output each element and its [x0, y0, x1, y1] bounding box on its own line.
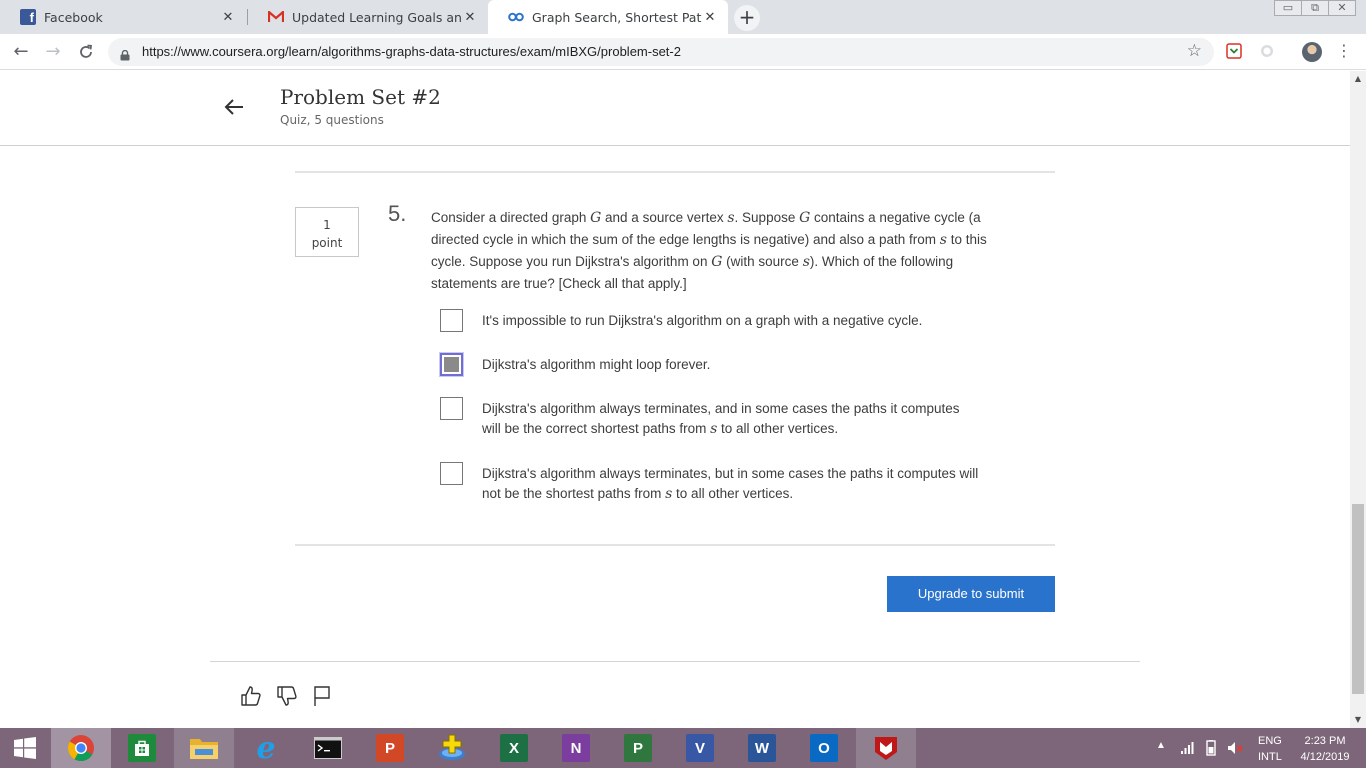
game-icon[interactable]: [422, 728, 482, 768]
section-divider: [295, 544, 1055, 546]
facebook-icon: f: [20, 9, 36, 25]
extension-pocket-icon[interactable]: [1226, 43, 1242, 59]
close-tab-icon[interactable]: ✕: [702, 10, 718, 25]
signal-icon[interactable]: [1180, 740, 1196, 768]
excel-icon[interactable]: X: [484, 728, 544, 768]
scroll-up-arrow-icon[interactable]: ▲: [1350, 71, 1366, 87]
url-text: https://www.coursera.org/learn/algorithm…: [142, 44, 681, 59]
option-checkbox[interactable]: [440, 309, 463, 332]
question-number: 5.: [388, 201, 407, 226]
tab-title: Graph Search, Shortest Paths, an: [532, 9, 702, 25]
word-icon[interactable]: W: [732, 728, 792, 768]
back-arrow-icon[interactable]: [222, 95, 246, 119]
volume-muted-icon[interactable]: [1227, 740, 1243, 768]
page-subtitle: Quiz, 5 questions: [280, 113, 384, 127]
page-title: Problem Set #2: [280, 85, 441, 109]
forward-button[interactable]: →: [41, 40, 65, 64]
mcafee-icon[interactable]: [856, 728, 916, 768]
window-controls: ▭ ⧉ ✕: [1274, 0, 1356, 16]
store-icon[interactable]: [112, 728, 172, 768]
powerpoint-icon[interactable]: P: [360, 728, 420, 768]
windows-start-icon[interactable]: [0, 728, 50, 768]
windows-taskbar: e P X N P V W O ▲ ENG INTL 2:23 PM 4/12/…: [0, 728, 1366, 768]
browser-tab-strip: f Facebook ✕ Updated Learning Goals and …: [0, 0, 1366, 34]
answer-option-1[interactable]: It's impossible to run Dijkstra's algori…: [440, 309, 1000, 332]
clock[interactable]: 2:23 PM 4/12/2019: [1296, 733, 1354, 768]
tray-expand-icon[interactable]: ▲: [1156, 740, 1166, 768]
page-header: Problem Set #2 Quiz, 5 questions: [0, 71, 1350, 146]
extension-circle-icon[interactable]: [1259, 43, 1275, 59]
keyboard-layout: INTL: [1258, 751, 1282, 763]
tab-title: Updated Learning Goals and Tim: [292, 9, 462, 25]
points-label: point: [311, 236, 343, 250]
page-content: Problem Set #2 Quiz, 5 questions 1 point…: [0, 71, 1350, 728]
thumbs-down-icon[interactable]: [276, 685, 298, 707]
clock-time: 2:23 PM: [1304, 735, 1346, 747]
battery-icon[interactable]: [1203, 740, 1219, 768]
option-checkbox-checked[interactable]: [440, 353, 463, 376]
section-divider: [295, 171, 1055, 173]
thumbs-up-icon[interactable]: [240, 685, 262, 707]
tab-facebook[interactable]: f Facebook ✕: [0, 0, 246, 34]
browser-menu-icon[interactable]: ⋮: [1336, 41, 1352, 60]
footer-divider: [210, 661, 1140, 662]
option-checkbox[interactable]: [440, 397, 463, 420]
tab-coursera[interactable]: Graph Search, Shortest Paths, an ✕: [488, 0, 728, 34]
project-icon[interactable]: P: [608, 728, 668, 768]
flag-icon[interactable]: [312, 685, 334, 707]
internet-explorer-icon[interactable]: e: [236, 728, 296, 768]
browser-toolbar: ← → https://www.coursera.org/learn/algor…: [0, 34, 1366, 70]
answer-option-4[interactable]: Dijkstra's algorithm always terminates, …: [440, 462, 1000, 504]
tab-title: Facebook: [44, 9, 103, 25]
clock-date: 4/12/2019: [1300, 751, 1350, 763]
chrome-icon[interactable]: [51, 728, 111, 768]
scroll-down-arrow-icon[interactable]: ▼: [1350, 712, 1366, 728]
lock-icon: [120, 46, 130, 61]
close-tab-icon[interactable]: ✕: [220, 10, 236, 25]
option-label: It's impossible to run Dijkstra's algori…: [482, 313, 923, 328]
back-button[interactable]: ←: [9, 40, 33, 64]
option-checkbox[interactable]: [440, 462, 463, 485]
question-text: Consider a directed graph G and a source…: [431, 210, 987, 291]
answer-option-2[interactable]: Dijkstra's algorithm might loop forever.: [440, 353, 1000, 376]
gmail-icon: [268, 9, 284, 25]
tab-gmail[interactable]: Updated Learning Goals and Tim ✕: [248, 0, 488, 34]
option-label: Dijkstra's algorithm always terminates, …: [482, 466, 979, 502]
scrollbar-thumb[interactable]: [1352, 504, 1364, 694]
points-value: 1: [323, 218, 331, 232]
profile-avatar[interactable]: [1302, 42, 1322, 62]
new-tab-button[interactable]: +: [734, 5, 760, 31]
minimize-button[interactable]: ▭: [1274, 0, 1302, 16]
close-tab-icon[interactable]: ✕: [462, 10, 478, 25]
onenote-icon[interactable]: N: [546, 728, 606, 768]
address-bar[interactable]: https://www.coursera.org/learn/algorithm…: [108, 38, 1214, 66]
bookmark-star-icon[interactable]: ☆: [1187, 41, 1202, 61]
option-label: Dijkstra's algorithm might loop forever.: [482, 357, 711, 372]
close-window-button[interactable]: ✕: [1328, 0, 1356, 16]
language-indicator[interactable]: ENG INTL: [1258, 733, 1282, 768]
file-explorer-icon[interactable]: [174, 728, 234, 768]
points-badge: 1 point: [295, 207, 359, 257]
restore-button[interactable]: ⧉: [1301, 0, 1329, 16]
outlook-icon[interactable]: O: [794, 728, 854, 768]
upgrade-to-submit-button[interactable]: Upgrade to submit: [887, 576, 1055, 612]
visio-icon[interactable]: V: [670, 728, 730, 768]
option-label: Dijkstra's algorithm always terminates, …: [482, 401, 960, 437]
answer-option-3[interactable]: Dijkstra's algorithm always terminates, …: [440, 397, 1000, 439]
language-code: ENG: [1258, 735, 1282, 747]
reload-button[interactable]: [74, 40, 98, 64]
command-prompt-icon[interactable]: [298, 728, 358, 768]
coursera-icon: [508, 9, 524, 25]
page-scrollbar[interactable]: ▲ ▼: [1350, 71, 1366, 728]
